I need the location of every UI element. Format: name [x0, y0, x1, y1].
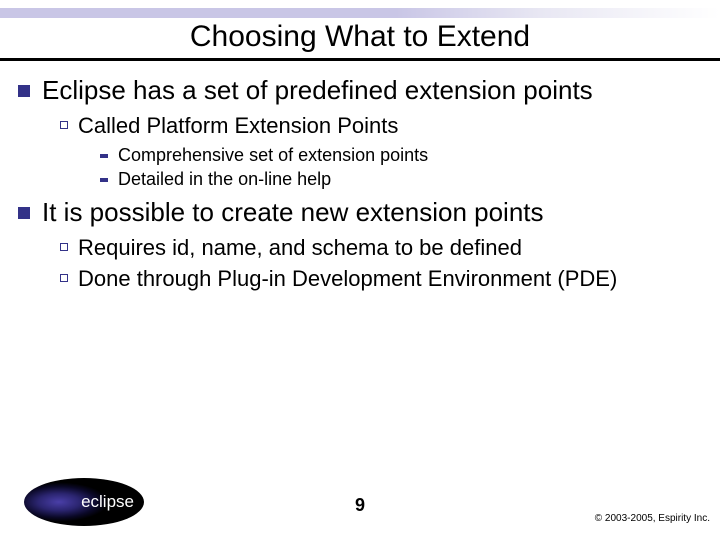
bullet-text: Requires id, name, and schema to be defi…: [78, 234, 522, 262]
square-bullet-icon: [18, 85, 30, 97]
slide-title: Choosing What to Extend: [0, 20, 720, 54]
slide: Choosing What to Extend Eclipse has a se…: [0, 8, 720, 548]
bullet-l1: Eclipse has a set of predefined extensio…: [18, 75, 702, 106]
bullet-l2: Requires id, name, and schema to be defi…: [60, 234, 702, 262]
logo-text: eclipse: [81, 492, 134, 512]
bullet-l1: It is possible to create new extension p…: [18, 197, 702, 228]
bullet-text: Called Platform Extension Points: [78, 112, 398, 140]
bullet-l2: Done through Plug-in Development Environ…: [60, 265, 702, 293]
bullet-text: It is possible to create new extension p…: [42, 197, 544, 228]
bullet-l3: Detailed in the on-line help: [100, 168, 702, 191]
l2-group: Called Platform Extension Points Compreh…: [18, 112, 702, 191]
eclipse-logo: eclipse: [24, 478, 144, 526]
title-gradient: [0, 8, 720, 18]
bullet-l2: Called Platform Extension Points: [60, 112, 702, 140]
bullet-l3: Comprehensive set of extension points: [100, 144, 702, 167]
bullet-text: Eclipse has a set of predefined extensio…: [42, 75, 593, 106]
square-bullet-icon: [18, 207, 30, 219]
hollow-square-bullet-icon: [60, 121, 68, 129]
footer: eclipse 9 © 2003-2005, Espirity Inc.: [0, 474, 720, 534]
bullet-text: Done through Plug-in Development Environ…: [78, 265, 617, 293]
l3-group: Comprehensive set of extension points De…: [60, 144, 702, 191]
title-bar: Choosing What to Extend: [0, 8, 720, 61]
hollow-square-bullet-icon: [60, 243, 68, 251]
l2-group: Requires id, name, and schema to be defi…: [18, 234, 702, 293]
page-number: 9: [355, 495, 365, 516]
bullet-text: Detailed in the on-line help: [118, 168, 331, 191]
hollow-square-bullet-icon: [60, 274, 68, 282]
bullet-text: Comprehensive set of extension points: [118, 144, 428, 167]
dash-bullet-icon: [100, 154, 108, 158]
dash-bullet-icon: [100, 178, 108, 182]
content-area: Eclipse has a set of predefined extensio…: [0, 61, 720, 293]
copyright-text: © 2003-2005, Espirity Inc.: [595, 513, 710, 524]
